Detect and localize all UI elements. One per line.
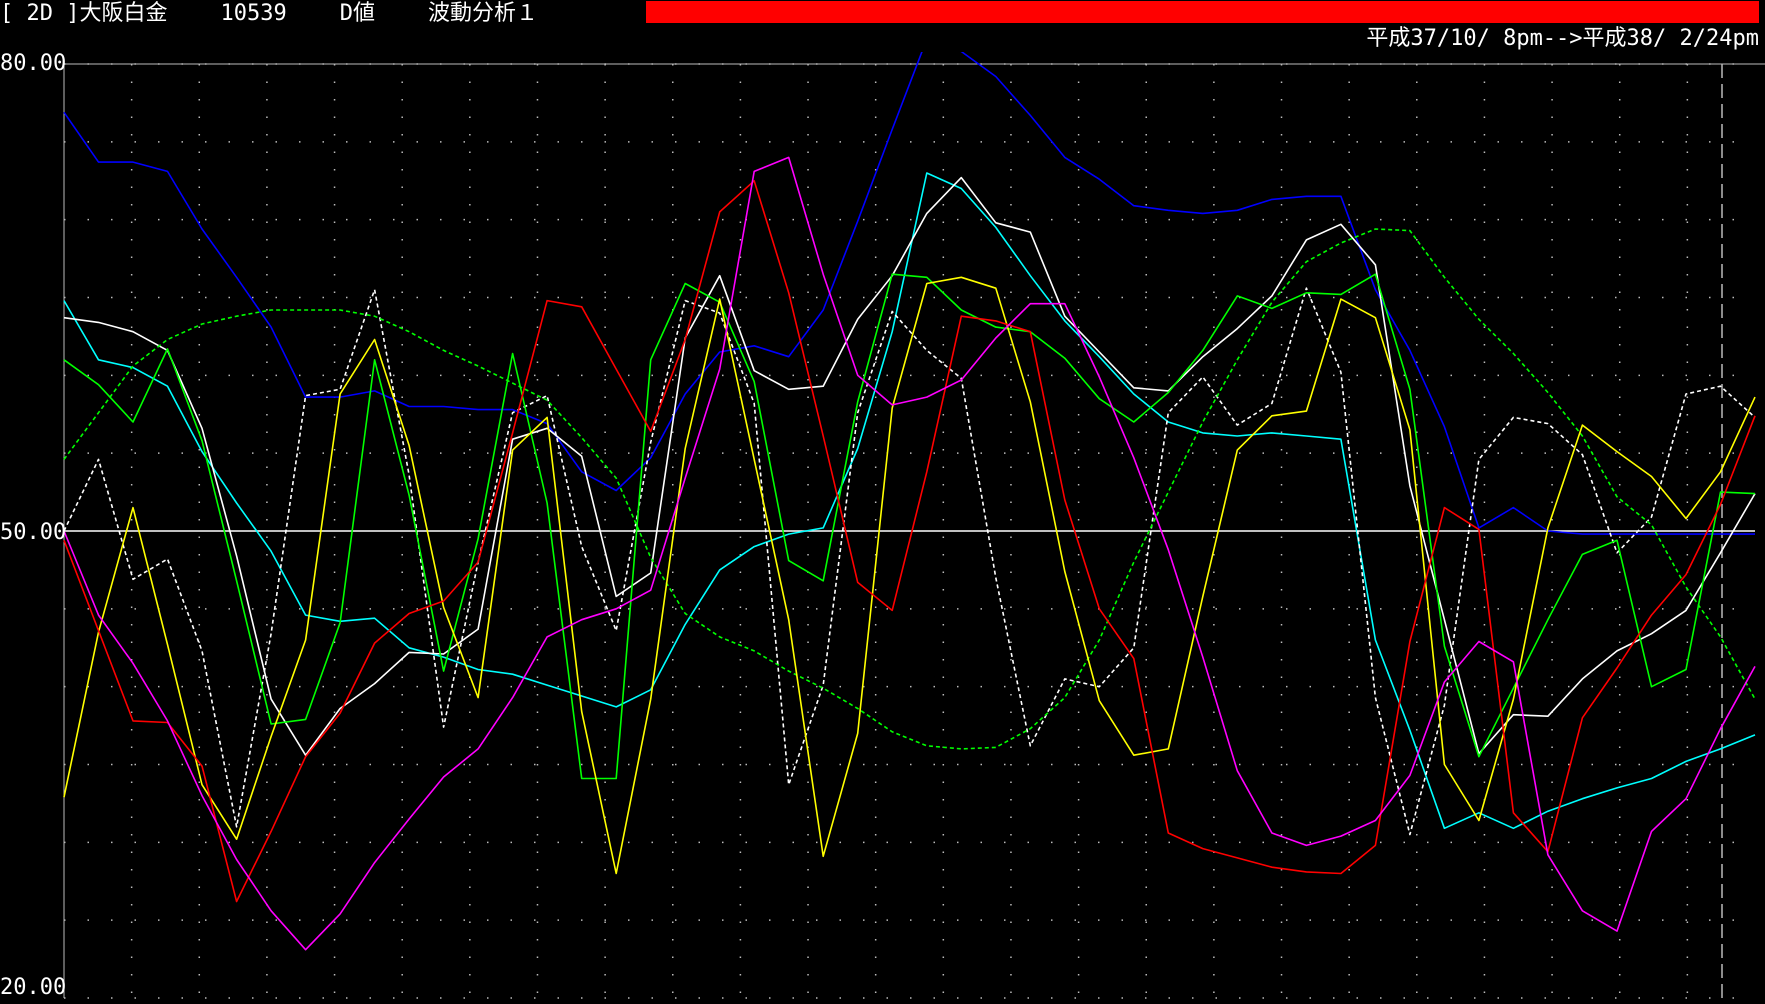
status-bar <box>646 1 1759 23</box>
grid <box>63 63 1765 999</box>
instrument-name: 大阪白金 <box>79 1 168 26</box>
y-tick-label: 20.00 <box>0 975 66 1000</box>
series-line-6 <box>63 273 1756 780</box>
bracket-code: [ 2D ] <box>0 1 80 26</box>
date-range: 平成37/10/ 8pm-->平成38/ 2/24pm <box>1366 26 1759 51</box>
y-tick-label: 80.00 <box>0 52 66 76</box>
series-line-1 <box>63 38 1755 535</box>
y-tick-label: 50.00 <box>0 520 66 545</box>
chart-title-line: [ 2D ]大阪白金 10539 D値 波動分析１ <box>0 0 538 28</box>
chart-svg: 80.00 50.00 20.00 <box>0 38 1765 1000</box>
series-line-8 <box>63 180 1756 903</box>
instrument-code: 10539 <box>220 1 287 26</box>
series-line-7 <box>63 276 1756 875</box>
series-line-2 <box>63 172 1756 830</box>
series-line-5 <box>63 228 1756 750</box>
value-type: D値 <box>339 1 375 26</box>
chart-area: 80.00 50.00 20.00 <box>0 38 1765 1000</box>
series-line-3 <box>63 176 1756 757</box>
title-bar: [ 2D ]大阪白金 10539 D値 波動分析１ 平成37/10/ 8pm--… <box>0 0 1765 51</box>
y-axis: 80.00 50.00 20.00 <box>0 51 66 1000</box>
analysis-name: 波動分析１ <box>427 1 538 26</box>
series-line-4 <box>63 287 1756 836</box>
series-group <box>63 38 1756 951</box>
